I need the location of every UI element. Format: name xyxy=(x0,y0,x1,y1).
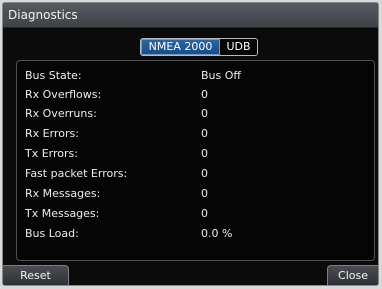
rx-messages-row: Rx Messages: 0 xyxy=(17,185,374,203)
tx-errors-row: Tx Errors: 0 xyxy=(17,145,374,163)
tx-messages-row: Tx Messages: 0 xyxy=(17,205,374,223)
fast-packet-errors-row: Fast packet Errors: 0 xyxy=(17,165,374,183)
window-title: Diagnostics xyxy=(8,8,78,22)
diagnostics-panel: Bus State: Bus Off Rx Overflows: 0 Rx Ov… xyxy=(16,60,375,261)
bus-load-row: Bus Load: 0.0 % xyxy=(17,225,374,243)
close-button[interactable]: Close xyxy=(327,265,378,285)
rx-errors-row: Rx Errors: 0 xyxy=(17,125,374,143)
diagnostic-tab-selector: NMEA 2000 UDB xyxy=(140,38,258,56)
tx-messages-label: Tx Messages: xyxy=(25,207,100,220)
bus-state-label: Bus State: xyxy=(25,69,82,82)
tab-udb[interactable]: UDB xyxy=(220,39,257,55)
fast-packet-errors-label: Fast packet Errors: xyxy=(25,167,128,180)
tx-errors-label: Tx Errors: xyxy=(25,147,78,160)
tab-nmea-2000[interactable]: NMEA 2000 xyxy=(141,39,220,55)
bus-state-row: Bus State: Bus Off xyxy=(17,67,374,85)
rx-errors-label: Rx Errors: xyxy=(25,127,79,140)
bus-state-value: Bus Off xyxy=(201,69,241,82)
rx-overflows-label: Rx Overflows: xyxy=(25,88,102,101)
diagnostics-window: Diagnostics NMEA 2000 UDB Bus State: Bus… xyxy=(2,2,379,286)
rx-overruns-row: Rx Overruns: 0 xyxy=(17,105,374,123)
rx-messages-label: Rx Messages: xyxy=(25,187,101,200)
rx-messages-value: 0 xyxy=(201,187,208,200)
tx-messages-value: 0 xyxy=(201,207,208,220)
rx-overflows-value: 0 xyxy=(201,88,208,101)
rx-errors-value: 0 xyxy=(201,127,208,140)
bus-load-value: 0.0 % xyxy=(201,227,233,240)
rx-overflows-row: Rx Overflows: 0 xyxy=(17,86,374,104)
bus-load-label: Bus Load: xyxy=(25,227,79,240)
title-bar: Diagnostics xyxy=(3,3,378,28)
rx-overruns-value: 0 xyxy=(201,107,208,120)
rx-overruns-label: Rx Overruns: xyxy=(25,107,97,120)
fast-packet-errors-value: 0 xyxy=(201,167,208,180)
reset-button[interactable]: Reset xyxy=(3,265,69,285)
tx-errors-value: 0 xyxy=(201,147,208,160)
